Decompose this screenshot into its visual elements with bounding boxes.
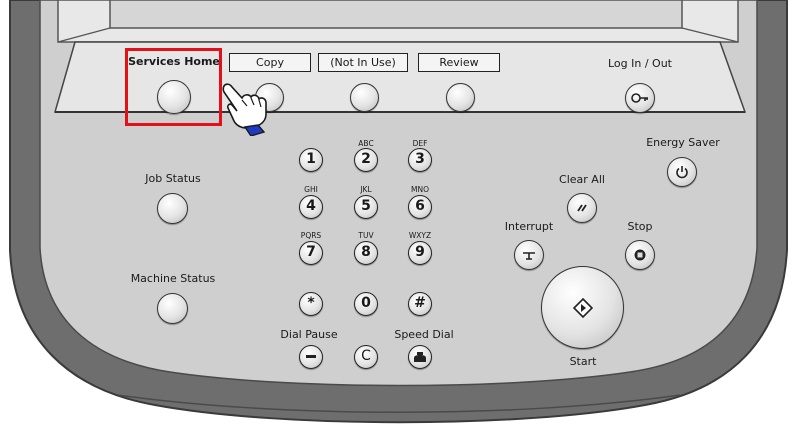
not-in-use-button[interactable] [350,83,379,112]
dial-pause-button[interactable] [299,345,323,369]
not-in-use-tab: (Not In Use) [318,53,408,72]
keypad-key-0[interactable]: 0 [354,292,378,316]
keypad-letters-8: TUV [358,231,374,240]
speed-dial-label: Speed Dial [394,328,454,341]
keypad-letters-4: GHI [304,185,318,194]
keypad-key-8[interactable]: 8 [354,241,378,265]
keypad-key-1[interactable]: 1 [299,148,323,172]
keypad-key-3[interactable]: 3 [408,148,432,172]
stop-icon [626,241,654,269]
keypad-key-9[interactable]: 9 [408,241,432,265]
clear-all-button[interactable] [567,193,597,223]
keypad-key-hash[interactable]: # [408,292,432,316]
keypad-key-4[interactable]: 4 [299,195,323,219]
log-in-out-button[interactable] [625,83,655,113]
job-status-label: Job Status [145,172,201,185]
keypad-letters-6: MNO [411,185,429,194]
clear-all-icon [568,194,596,222]
interrupt-button[interactable] [514,240,544,270]
speed-dial-button[interactable] [408,345,432,369]
keypad-key-6[interactable]: 6 [408,195,432,219]
hand-pointer-icon [222,83,267,136]
review-button[interactable] [446,83,475,112]
log-in-out-label: Log In / Out [607,57,673,70]
dial-pause-label: Dial Pause [280,328,338,341]
stop-label: Stop [627,220,653,233]
power-icon [668,158,696,186]
keypad-letters-7: PQRS [300,231,322,240]
start-label: Start [569,355,597,368]
energy-saver-button[interactable] [667,157,697,187]
clear-key-button[interactable]: C [354,345,378,369]
start-diamond-icon [542,267,623,348]
start-button[interactable] [541,266,624,349]
review-tab: Review [418,53,500,72]
keypad-key-2[interactable]: 2 [354,148,378,172]
services-home-highlight [125,48,222,126]
minus-icon [300,346,322,368]
interrupt-icon [515,241,543,269]
machine-status-button[interactable] [157,293,188,324]
key-icon [626,84,654,112]
keypad-letters-2: ABC [358,139,374,148]
keypad-key-7[interactable]: 7 [299,241,323,265]
keypad-key-star[interactable]: * [299,292,323,316]
clear-all-label: Clear All [559,173,605,186]
stop-button[interactable] [625,240,655,270]
keypad-letters-3: DEF [412,139,428,148]
control-panel: Services Home Copy (Not In Use) Review L… [0,0,797,430]
keypad-letters-5: JKL [360,185,372,194]
copy-tab: Copy [229,53,311,72]
keypad-letters-9: WXYZ [408,231,432,240]
speed-dial-icon [409,346,431,368]
keypad-key-5[interactable]: 5 [354,195,378,219]
interrupt-label: Interrupt [504,220,554,233]
energy-saver-label: Energy Saver [646,136,720,149]
machine-status-label: Machine Status [130,272,216,285]
job-status-button[interactable] [157,193,188,224]
